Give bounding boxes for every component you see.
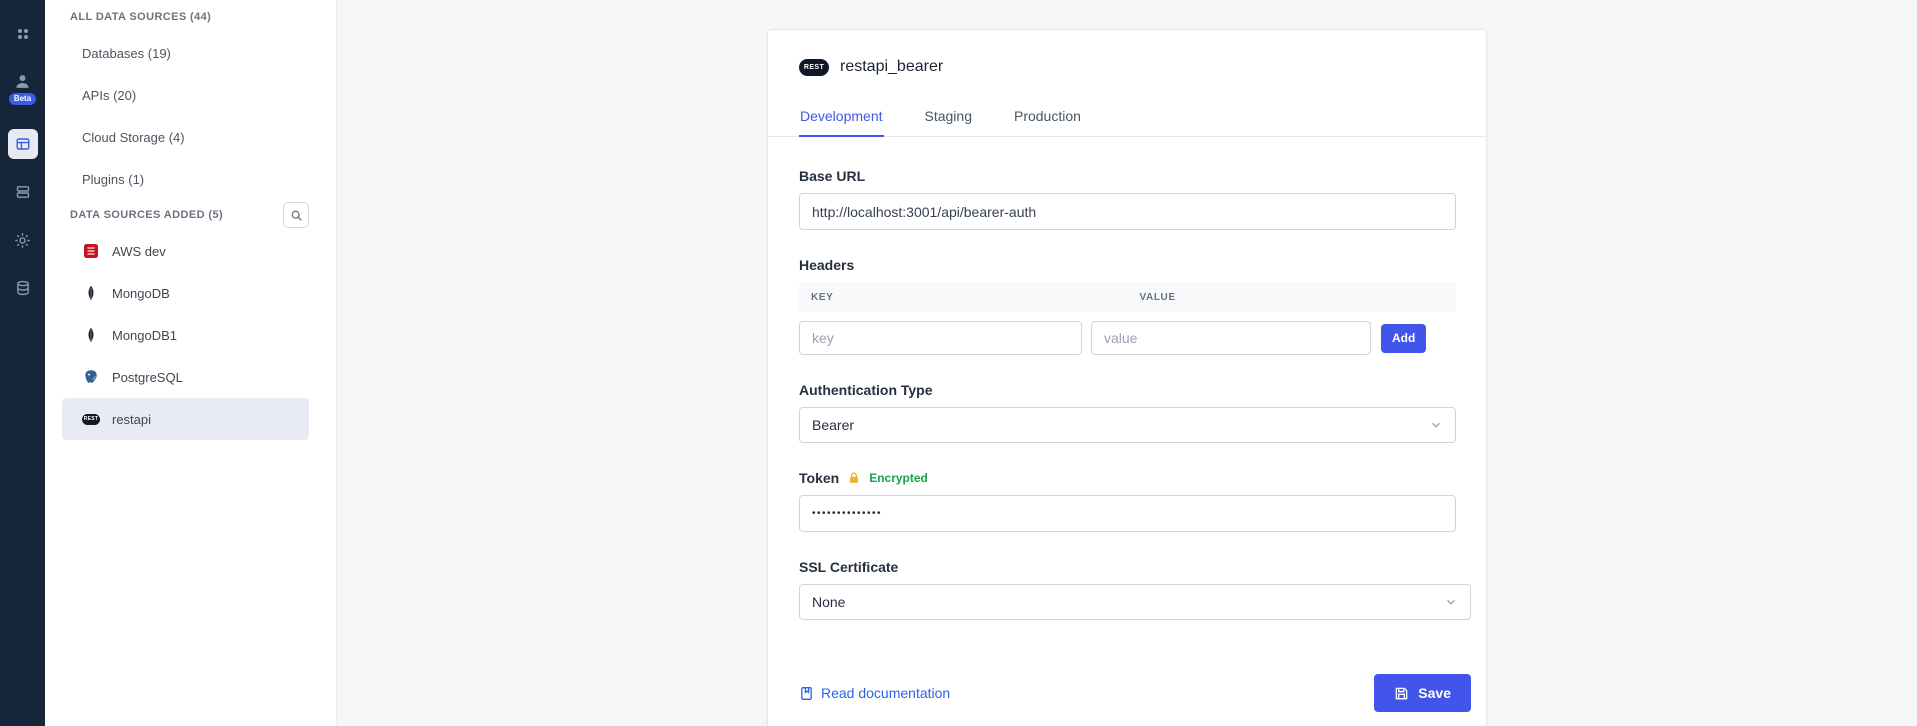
auth-type-value: Bearer	[812, 417, 854, 433]
layers-icon	[15, 184, 31, 200]
app-rail: Beta	[0, 0, 45, 726]
environment-tabs: Development Staging Production	[768, 100, 1486, 137]
sidebar-item-postgresql[interactable]: PostgreSQL	[62, 356, 309, 398]
rail-item-settings[interactable]	[0, 216, 45, 264]
lock-icon	[847, 471, 861, 485]
token-label-row: Token Encrypted	[799, 470, 1455, 486]
header-key-input[interactable]	[799, 321, 1082, 355]
header-value-input[interactable]	[1091, 321, 1371, 355]
datasource-label: MongoDB	[112, 286, 170, 301]
database-icon	[15, 280, 31, 296]
mongodb-icon	[82, 326, 100, 344]
datasource-label: MongoDB1	[112, 328, 177, 343]
ssl-certificate-value: None	[812, 594, 845, 610]
tab-staging[interactable]: Staging	[924, 100, 973, 137]
tab-development[interactable]: Development	[799, 100, 884, 137]
token-label: Token	[799, 470, 839, 486]
auth-type-select[interactable]: Bearer	[799, 407, 1456, 443]
datasource-label: AWS dev	[112, 244, 166, 259]
datasource-sidebar: ALL DATA SOURCES (44) Databases (19) API…	[45, 0, 337, 726]
save-button[interactable]: Save	[1374, 674, 1471, 712]
rail-item-datasources[interactable]	[0, 120, 45, 168]
rail-item-apps[interactable]	[0, 10, 45, 58]
sidebar-item-aws-dev[interactable]: AWS dev	[62, 230, 309, 272]
datasource-title: restapi_bearer	[840, 58, 943, 76]
base-url-label: Base URL	[799, 168, 1455, 184]
sidebar-item-restapi[interactable]: REST restapi	[62, 398, 309, 440]
datasource-config-card: REST restapi_bearer Development Staging …	[767, 29, 1487, 726]
sidebar-item-plugins[interactable]: Plugins (1)	[45, 158, 336, 200]
card-title-row: REST restapi_bearer	[799, 58, 1455, 76]
save-icon	[1394, 686, 1409, 701]
aws-icon	[82, 242, 100, 260]
headers-input-row: Add	[799, 321, 1455, 355]
data-sources-added-title: DATA SOURCES ADDED (5)	[70, 209, 223, 221]
card-footer: Read documentation Save	[799, 674, 1471, 712]
mongodb-icon	[82, 284, 100, 302]
datasources-icon	[15, 136, 31, 152]
rail-item-profile[interactable]: Beta	[0, 58, 45, 120]
encrypted-badge: Encrypted	[869, 471, 928, 485]
tab-production[interactable]: Production	[1013, 100, 1082, 137]
sidebar-item-databases[interactable]: Databases (19)	[45, 32, 336, 74]
ssl-certificate-select[interactable]: None	[799, 584, 1471, 620]
apps-grid-icon	[15, 26, 31, 42]
main-content: REST restapi_bearer Development Staging …	[337, 0, 1917, 726]
document-icon	[799, 686, 814, 701]
datasource-label: PostgreSQL	[112, 370, 183, 385]
search-datasources-button[interactable]	[283, 202, 309, 228]
postgresql-icon	[82, 368, 100, 386]
headers-table-head: KEY VALUE	[799, 282, 1456, 312]
ssl-certificate-label: SSL Certificate	[799, 559, 1455, 575]
data-sources-added-section-head: DATA SOURCES ADDED (5)	[45, 200, 336, 230]
datasource-label: restapi	[112, 412, 151, 427]
auth-type-label: Authentication Type	[799, 382, 1455, 398]
all-data-sources-section-head: ALL DATA SOURCES (44)	[45, 2, 336, 32]
chevron-down-icon	[1429, 418, 1443, 432]
key-column-header: KEY	[799, 292, 1128, 303]
sidebar-item-mongodb1[interactable]: MongoDB1	[62, 314, 309, 356]
add-header-button[interactable]: Add	[1381, 324, 1426, 353]
sidebar-item-mongodb[interactable]: MongoDB	[62, 272, 309, 314]
user-icon	[14, 73, 31, 90]
active-rail-highlight	[8, 129, 38, 159]
rail-item-libraries[interactable]	[0, 168, 45, 216]
sidebar-item-apis[interactable]: APIs (20)	[45, 74, 336, 116]
base-url-input[interactable]	[799, 193, 1456, 230]
all-data-sources-title: ALL DATA SOURCES (44)	[70, 11, 211, 23]
restapi-icon: REST	[799, 59, 829, 76]
gear-icon	[14, 232, 31, 249]
sidebar-item-cloud-storage[interactable]: Cloud Storage (4)	[45, 116, 336, 158]
doc-link-label: Read documentation	[821, 685, 950, 701]
rail-item-storage[interactable]	[0, 264, 45, 312]
headers-label: Headers	[799, 257, 1455, 273]
value-column-header: VALUE	[1128, 292, 1457, 303]
token-input[interactable]	[799, 495, 1456, 532]
app-root: Beta	[0, 0, 1917, 726]
search-icon	[290, 209, 303, 222]
beta-badge: Beta	[9, 93, 36, 105]
chevron-down-icon	[1444, 595, 1458, 609]
read-documentation-link[interactable]: Read documentation	[799, 685, 950, 701]
save-label: Save	[1418, 685, 1451, 701]
restapi-icon: REST	[82, 410, 100, 428]
